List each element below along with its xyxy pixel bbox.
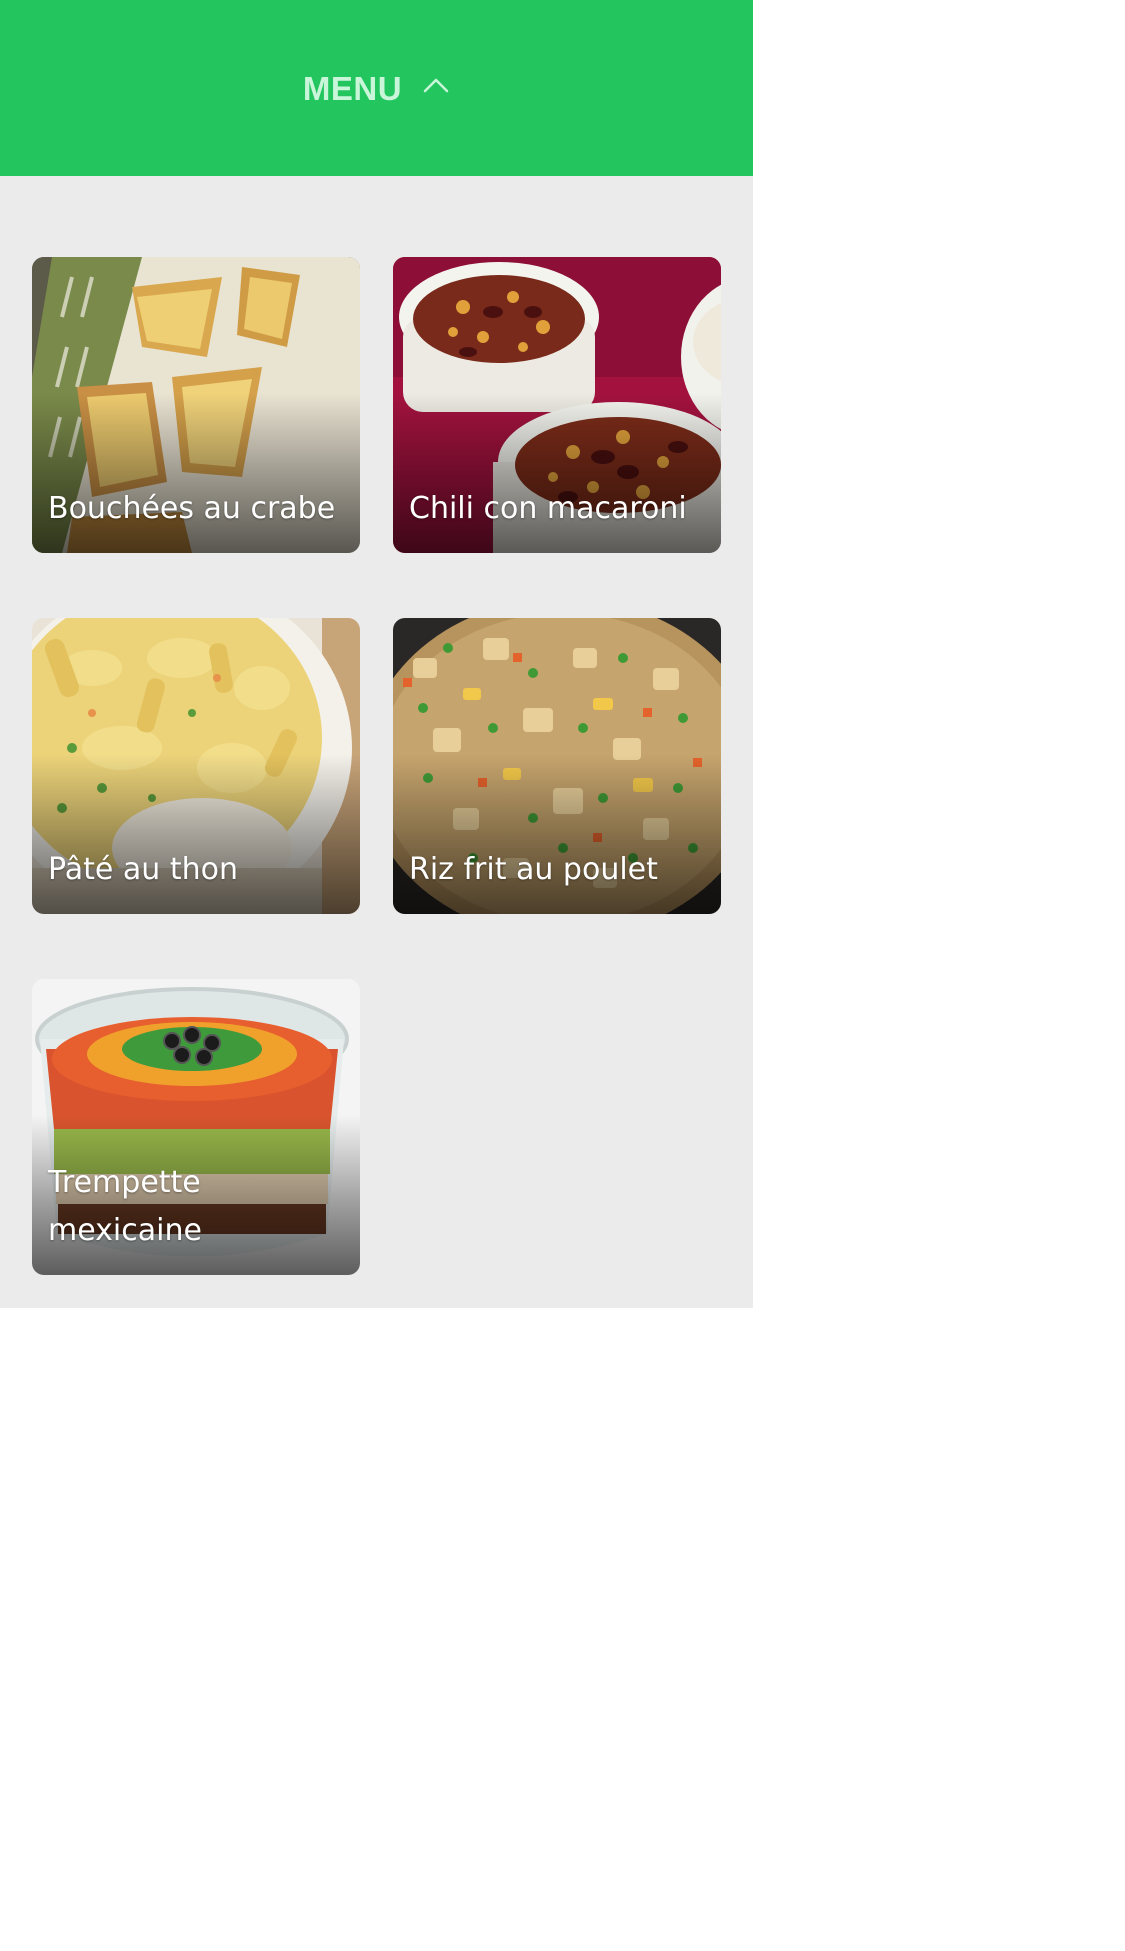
recipe-card-pate-au-thon[interactable]: Pâté au thon [32,618,360,914]
recipe-grid: Bouchées au crabe Chili con macaroni Pât… [32,257,721,1275]
menu-label: MENU [302,70,403,107]
app-screen: MENU Bouchées au crabe Chili con macaron… [0,0,753,1308]
recipe-title: Chili con macaroni [409,491,687,526]
recipe-card-trempette-mexicaine[interactable]: Trempette mexicaine [32,979,360,1275]
recipe-title: Bouchées au crabe [48,491,336,526]
recipe-card-chili-con-macaroni[interactable]: Chili con macaroni [393,257,721,553]
chevron-up-icon [423,78,449,93]
recipe-title: Riz frit au poulet [409,852,658,887]
recipe-card-bouchees-au-crabe[interactable]: Bouchées au crabe [32,257,360,553]
recipe-title: Pâté au thon [48,852,238,887]
menu-toggle-button[interactable]: MENU [303,70,450,108]
recipe-title: Trempette mexicaine [48,1165,202,1248]
header-bar: MENU [0,0,753,176]
recipe-card-riz-frit-au-poulet[interactable]: Riz frit au poulet [393,618,721,914]
